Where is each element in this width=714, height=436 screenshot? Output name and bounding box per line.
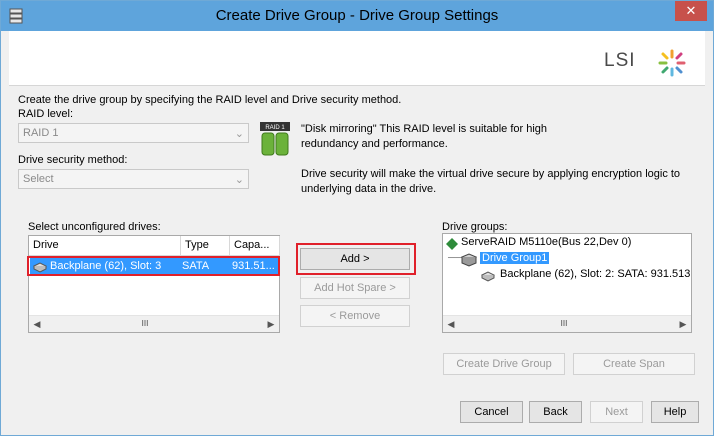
drive-icon bbox=[481, 271, 495, 282]
chevron-down-icon: ⌄ bbox=[234, 174, 244, 186]
raid-1-icon: RAID 1 bbox=[260, 122, 290, 156]
create-span-button[interactable]: Create Span bbox=[573, 353, 695, 375]
security-method-select[interactable]: Select ⌄ bbox=[18, 169, 249, 189]
drive-groups-tree[interactable]: ServeRAID M5110e(Bus 22,Dev 0) ── Drive … bbox=[442, 233, 692, 333]
next-button[interactable]: Next bbox=[590, 401, 643, 423]
raid-description: "Disk mirroring" This RAID level is suit… bbox=[301, 123, 548, 150]
window-title: Create Drive Group - Drive Group Setting… bbox=[215, 7, 499, 24]
highlight-box-drive-row bbox=[27, 256, 280, 276]
lsi-logo-icon bbox=[658, 49, 686, 77]
scroll-right-icon[interactable]: ▶ bbox=[675, 316, 691, 332]
raid-level-value: RAID 1 bbox=[23, 127, 59, 139]
tree-item-drive[interactable]: Backplane (62), Slot: 2: SATA: 931.513 bbox=[500, 268, 690, 280]
add-hot-spare-button[interactable]: Add Hot Spare > bbox=[300, 277, 410, 299]
dialog-window: Create Drive Group - Drive Group Setting… bbox=[0, 0, 714, 436]
back-button[interactable]: Back bbox=[529, 401, 582, 423]
raid-level-select[interactable]: RAID 1 ⌄ bbox=[18, 123, 249, 143]
column-header-drive[interactable]: Drive bbox=[29, 236, 181, 256]
scroll-thumb[interactable]: III bbox=[459, 319, 669, 329]
scroll-right-icon[interactable]: ▶ bbox=[263, 316, 279, 332]
column-header-type[interactable]: Type bbox=[181, 236, 230, 256]
unconfigured-drives-label: Select unconfigured drives: bbox=[28, 221, 161, 233]
title-bar: Create Drive Group - Drive Group Setting… bbox=[1, 1, 713, 31]
lsi-logo: LSI bbox=[604, 50, 636, 71]
intro-text: Create the drive group by specifying the… bbox=[18, 94, 402, 106]
security-method-value: Select bbox=[23, 173, 54, 185]
help-button[interactable]: Help bbox=[651, 401, 699, 423]
scroll-left-icon[interactable]: ◀ bbox=[443, 316, 459, 332]
column-header-capacity[interactable]: Capa... bbox=[230, 236, 280, 256]
svg-text:RAID 1: RAID 1 bbox=[265, 125, 285, 131]
horizontal-scrollbar[interactable]: ◀ III ▶ bbox=[29, 315, 279, 332]
chevron-down-icon: ⌄ bbox=[234, 128, 244, 140]
tree-item-drive-group[interactable]: Drive Group1 bbox=[480, 252, 550, 264]
close-button[interactable]: ✕ bbox=[675, 1, 707, 21]
scroll-thumb[interactable]: III bbox=[45, 319, 245, 329]
remove-button[interactable]: < Remove bbox=[300, 305, 410, 327]
scroll-left-icon[interactable]: ◀ bbox=[29, 316, 45, 332]
tree-item-controller[interactable]: ServeRAID M5110e(Bus 22,Dev 0) bbox=[461, 236, 631, 248]
unconfigured-drives-table[interactable]: Drive Type Capa... Backplane (62), Slot:… bbox=[28, 235, 280, 333]
header-banner bbox=[9, 31, 705, 86]
create-drive-group-button[interactable]: Create Drive Group bbox=[443, 353, 565, 375]
raid-level-label: RAID level: bbox=[18, 108, 74, 120]
security-method-label: Drive security method: bbox=[18, 154, 128, 166]
horizontal-scrollbar[interactable]: ◀ III ▶ bbox=[443, 315, 691, 332]
security-description: Drive security will make the virtual dri… bbox=[301, 168, 681, 195]
drive-group-icon bbox=[461, 253, 477, 267]
cancel-button[interactable]: Cancel bbox=[460, 401, 523, 423]
drive-groups-label: Drive groups: bbox=[442, 221, 508, 233]
highlight-box-add bbox=[296, 243, 416, 275]
controller-icon bbox=[446, 238, 458, 250]
